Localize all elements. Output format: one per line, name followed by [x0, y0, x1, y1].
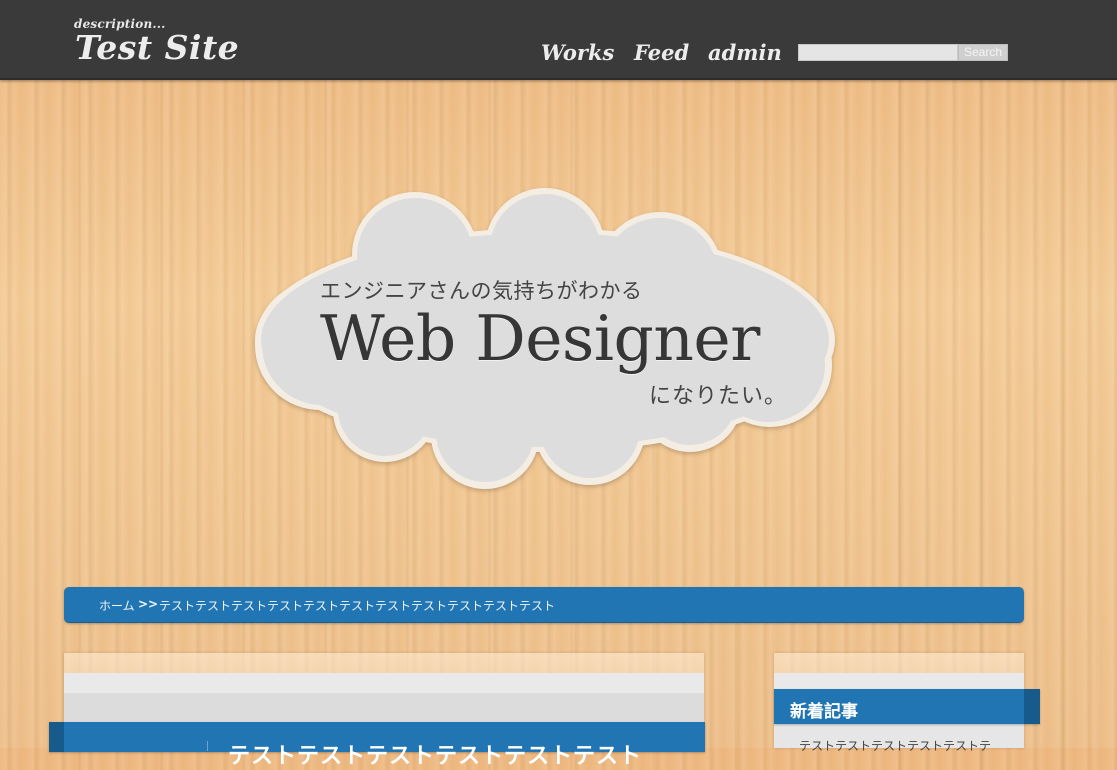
post-title[interactable]: テストテストテストテストテストテスト	[228, 738, 642, 770]
nav-item-feed[interactable]: Feed	[634, 40, 689, 65]
search-input[interactable]	[798, 44, 958, 61]
nav-item-works[interactable]: Works	[541, 40, 614, 65]
breadcrumb-current: テストテストテストテストテストテストテストテストテストテストテスト	[159, 599, 556, 613]
site-header: description... Test Site Works Feed admi…	[0, 0, 1117, 80]
ribbon-divider	[207, 741, 208, 751]
sidebar-recent-post-link[interactable]: テストテストテストテストテストテ	[799, 737, 999, 754]
breadcrumb-home-link[interactable]: ホーム	[99, 597, 135, 614]
sidebar-heading: 新着記事	[790, 702, 858, 722]
search-button[interactable]: Search	[958, 44, 1008, 61]
hero-subtitle: エンジニアさんの気持ちがわかる	[320, 279, 643, 303]
hero-title: Web Designer	[320, 302, 760, 375]
breadcrumb: ホーム >> テストテストテストテストテストテストテストテストテストテストテスト	[64, 587, 1024, 623]
hero-banner: エンジニアさんの気持ちがわかる Web Designer になりたい。	[0, 80, 1117, 580]
site-logo-title[interactable]: Test Site	[75, 28, 239, 67]
hero-tagline: になりたい。	[649, 384, 788, 409]
nav-item-admin[interactable]: admin	[708, 40, 782, 65]
ribbon-fold	[1024, 689, 1040, 724]
breadcrumb-separator: >>	[138, 597, 159, 611]
